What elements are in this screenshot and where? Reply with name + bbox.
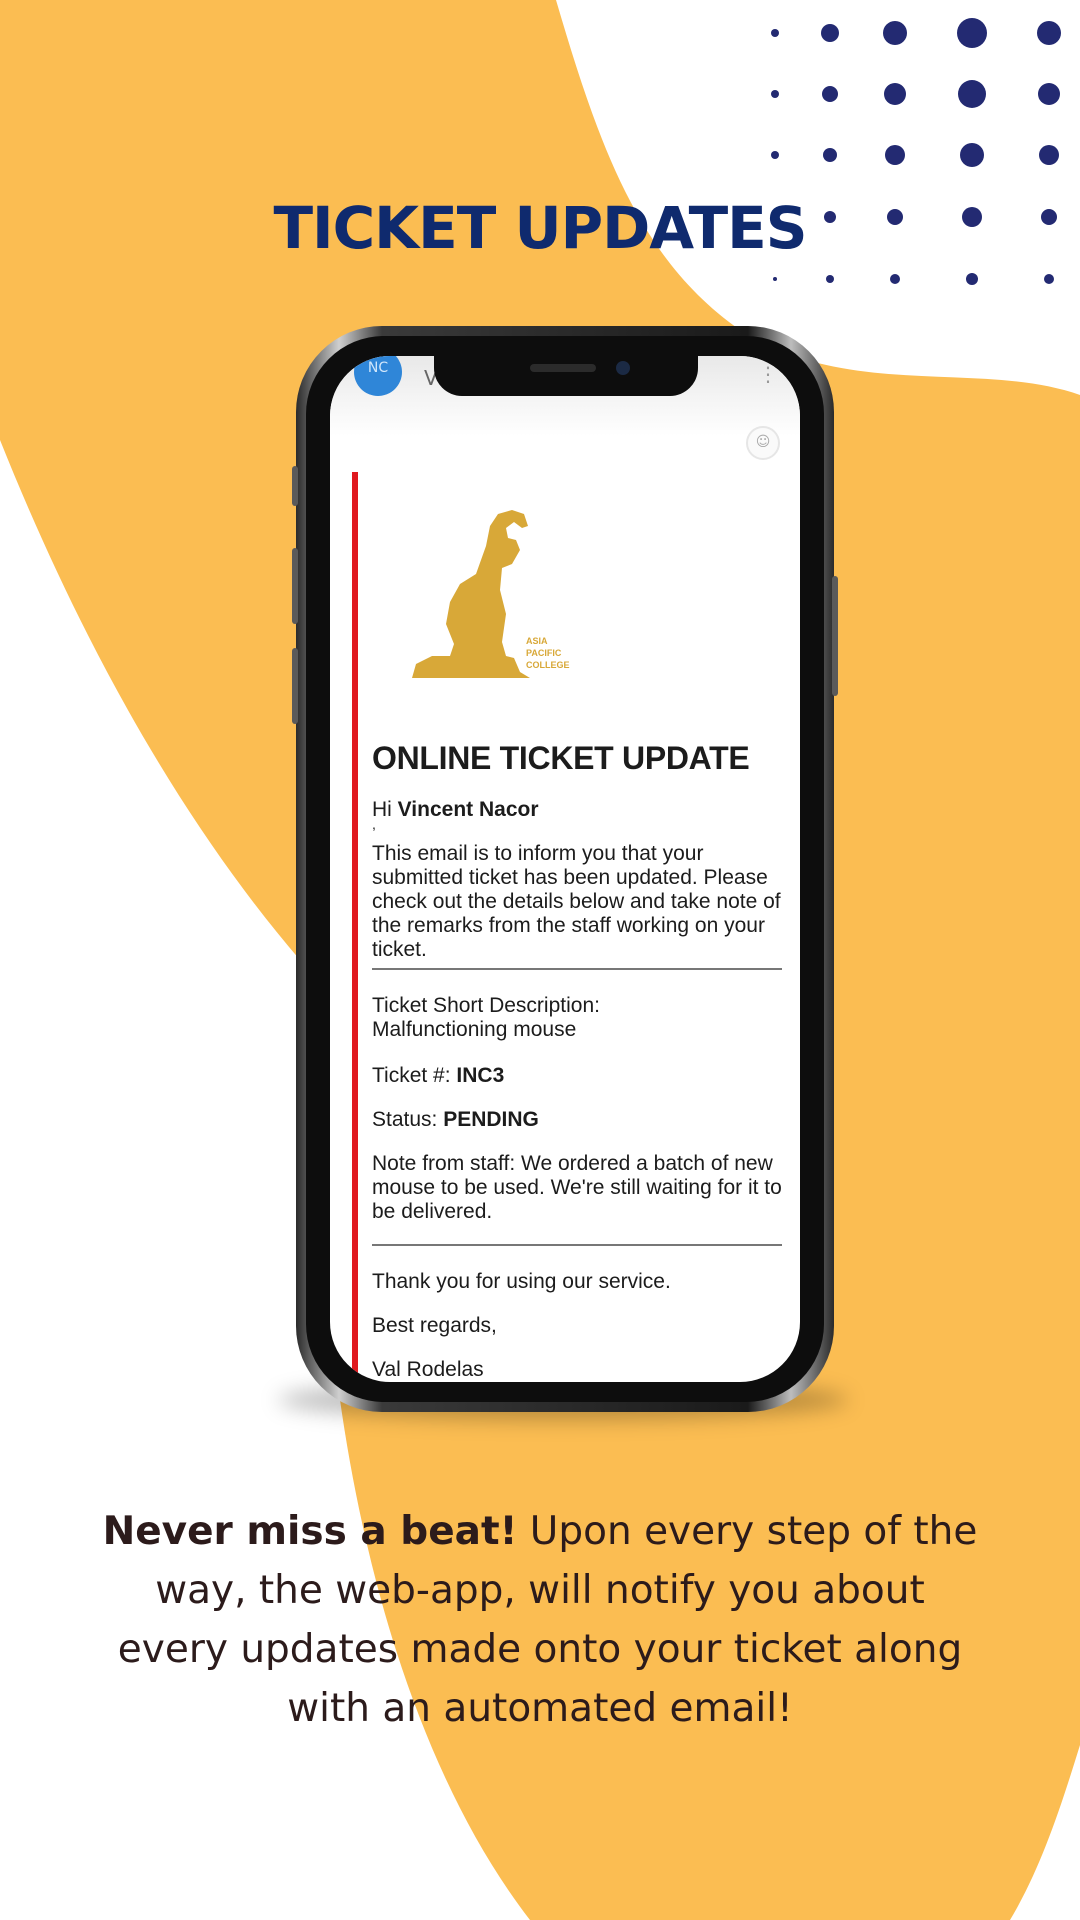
staff-note: Note from staff: We ordered a batch of n… <box>372 1152 782 1223</box>
status-value: PENDING <box>443 1108 539 1131</box>
status-label: Status: <box>372 1108 444 1131</box>
phone-mockup: NC V ⋮ ☺ ASIA PACIFIC COLLEGE ONLINE TIC… <box>292 326 838 1412</box>
logo-text-pacific: PACIFIC <box>526 648 562 658</box>
decorative-dot <box>821 24 839 42</box>
decorative-dot <box>1044 274 1054 284</box>
decorative-dot <box>958 80 986 108</box>
emoji-reaction-icon[interactable]: ☺ <box>746 426 780 460</box>
greeting-comma: , <box>372 816 376 832</box>
side-button-volume-down <box>292 648 298 724</box>
more-options-icon[interactable]: ⋮ <box>758 362 778 386</box>
decorative-dot <box>966 273 978 285</box>
short-description-label: Ticket Short Description: <box>372 994 600 1017</box>
caption-text: Never miss a beat! Upon every step of th… <box>100 1502 980 1738</box>
phone-notch <box>434 356 698 396</box>
email-greeting: Hi Vincent Nacor <box>372 798 539 822</box>
ticket-number: Ticket #: INC3 <box>372 1064 504 1088</box>
decorative-dot <box>771 151 779 159</box>
avatar[interactable]: NC <box>354 356 402 396</box>
logo-text-college: COLLEGE <box>526 660 570 670</box>
side-button-volume-up <box>292 548 298 624</box>
ticket-number-label: Ticket #: <box>372 1064 457 1087</box>
email-intro: This email is to inform you that your su… <box>372 842 781 961</box>
decorative-dot <box>1037 21 1061 45</box>
decorative-dot <box>883 21 907 45</box>
ticket-number-value: INC3 <box>456 1064 505 1087</box>
decorative-dot <box>1039 145 1059 165</box>
decorative-dot <box>960 143 984 167</box>
divider <box>372 1244 782 1246</box>
ticket-status: Status: PENDING <box>372 1108 539 1132</box>
decorative-dot <box>771 90 779 98</box>
logo-text-asia: ASIA <box>526 636 548 646</box>
email-accent-bar <box>352 472 358 1382</box>
decorative-dot <box>885 145 905 165</box>
decorative-dot <box>890 274 900 284</box>
decorative-dot <box>822 86 838 102</box>
recipient-name: Vincent Nacor <box>397 798 539 821</box>
caption-lead: Never miss a beat! <box>102 1509 518 1554</box>
phone-screen: NC V ⋮ ☺ ASIA PACIFIC COLLEGE ONLINE TIC… <box>330 356 800 1382</box>
side-button-power <box>832 576 838 696</box>
front-camera <box>616 361 630 375</box>
decorative-dot <box>884 83 906 105</box>
decorative-dot <box>826 275 834 283</box>
divider <box>372 968 782 970</box>
email-heading: ONLINE TICKET UPDATE <box>372 740 750 776</box>
ram-logo-icon: ASIA PACIFIC COLLEGE <box>412 510 570 678</box>
regards-line: Best regards, <box>372 1314 497 1337</box>
speaker-grille <box>530 364 596 372</box>
page-title: TICKET UPDATES <box>273 194 807 262</box>
decorative-dot <box>957 18 987 48</box>
thanks-line: Thank you for using our service. <box>372 1270 671 1293</box>
decorative-dot <box>771 29 779 37</box>
signature: Val Rodelas <box>372 1358 484 1381</box>
side-button-mute <box>292 466 298 506</box>
decorative-dot <box>773 277 777 281</box>
short-description-value: Malfunctioning mouse <box>372 1018 577 1041</box>
decorative-dot <box>1038 83 1060 105</box>
decorative-dot <box>823 148 837 162</box>
